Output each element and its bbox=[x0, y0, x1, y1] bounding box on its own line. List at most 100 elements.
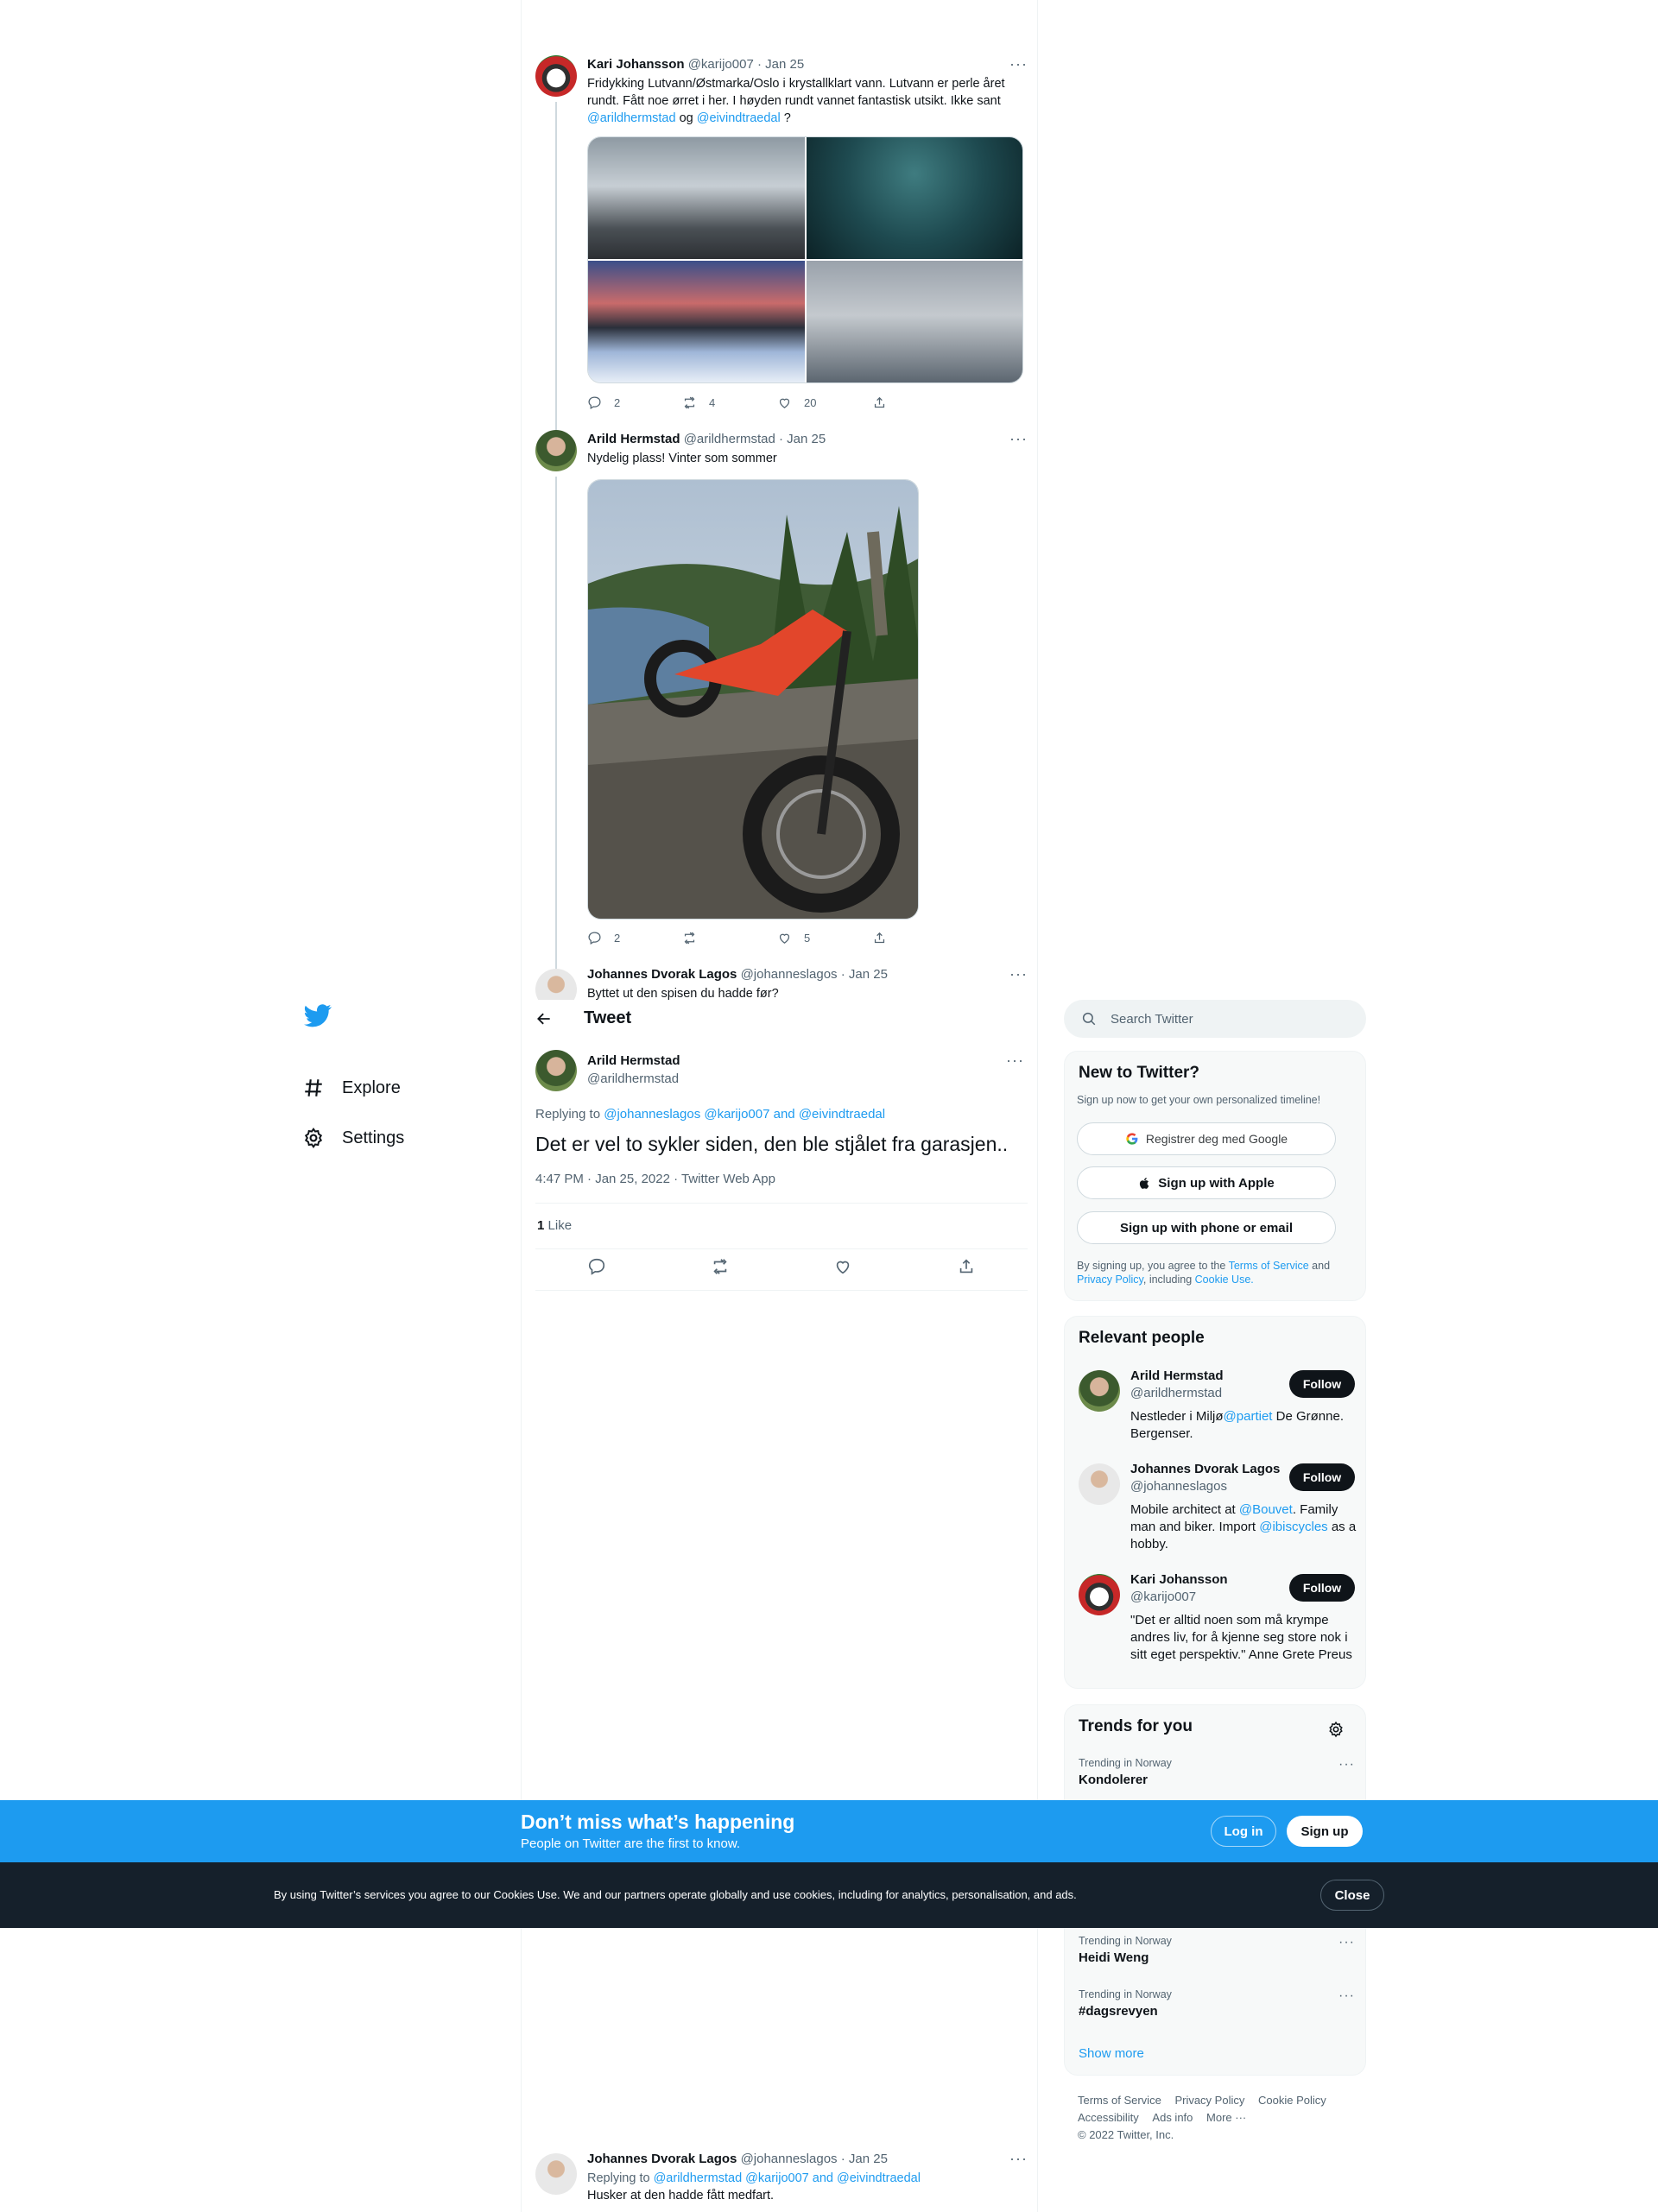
trend-name: Heidi Weng bbox=[1079, 1950, 1149, 1965]
follow-button[interactable]: Follow bbox=[1289, 1574, 1355, 1602]
tweet-date[interactable]: Jan 25 bbox=[787, 432, 826, 446]
follow-button[interactable]: Follow bbox=[1289, 1370, 1355, 1398]
follow-button[interactable]: Follow bbox=[1289, 1463, 1355, 1491]
apple-signup-button[interactable]: Sign up with Apple bbox=[1077, 1166, 1336, 1199]
retweet-button[interactable]: 4 bbox=[682, 395, 777, 410]
like-button[interactable]: 5 bbox=[777, 931, 872, 945]
photo-ice-shore[interactable] bbox=[588, 137, 805, 259]
person-item[interactable]: Kari Johansson @karijo007 Follow "Det er… bbox=[1079, 1572, 1355, 1676]
author-handle[interactable]: @johanneslagos bbox=[741, 2152, 838, 2166]
avatar[interactable] bbox=[535, 430, 577, 471]
author-handle[interactable]: @arildhermstad bbox=[587, 1071, 679, 1086]
person-handle[interactable]: @johanneslagos bbox=[1130, 1479, 1227, 1494]
share-button[interactable] bbox=[872, 931, 967, 945]
person-item[interactable]: Arild Hermstad @arildhermstad Follow Nes… bbox=[1079, 1368, 1355, 1446]
avatar[interactable] bbox=[535, 969, 577, 1000]
tweet-date[interactable]: Jan 25 bbox=[765, 57, 804, 72]
footer-link[interactable]: More ··· bbox=[1206, 2109, 1246, 2127]
nav-settings[interactable]: Settings bbox=[302, 1121, 404, 1155]
person-handle[interactable]: @arildhermstad bbox=[1130, 1386, 1222, 1400]
retweet-icon[interactable] bbox=[711, 1257, 730, 1276]
show-more-link[interactable]: Show more bbox=[1079, 2046, 1144, 2061]
footer-link[interactable]: Privacy Policy bbox=[1174, 2092, 1244, 2109]
heart-icon[interactable] bbox=[833, 1257, 852, 1276]
person-handle[interactable]: @karijo007 bbox=[1130, 1589, 1196, 1604]
author-handle[interactable]: @arildhermstad bbox=[684, 432, 775, 446]
tweet-text: Fridykking Lutvann/Østmarka/Oslo i kryst… bbox=[587, 77, 1005, 125]
more-icon[interactable]: ··· bbox=[1338, 1988, 1355, 2004]
footer-link[interactable]: Accessibility bbox=[1078, 2109, 1139, 2127]
footer-link[interactable]: Ads info bbox=[1152, 2109, 1193, 2127]
retweet-button[interactable] bbox=[682, 931, 777, 945]
author-handle[interactable]: @karijo007 bbox=[688, 57, 754, 72]
author-name[interactable]: Kari Johansson bbox=[587, 57, 685, 72]
more-icon[interactable]: ··· bbox=[1338, 1935, 1355, 1950]
signup-button[interactable]: Sign up bbox=[1287, 1816, 1363, 1847]
card-subtitle: Sign up now to get your own personalized… bbox=[1077, 1094, 1321, 1106]
search-bar[interactable]: Search Twitter bbox=[1064, 1000, 1366, 1038]
back-arrow-icon[interactable] bbox=[535, 1010, 553, 1027]
person-item[interactable]: Johannes Dvorak Lagos @johanneslagos Fol… bbox=[1079, 1462, 1356, 1552]
gear-icon[interactable] bbox=[1327, 1721, 1345, 1738]
photo-bike-lake[interactable] bbox=[587, 479, 919, 920]
tweet-timestamp[interactable]: 4:47 PM · Jan 25, 2022 · Twitter Web App bbox=[535, 1172, 775, 1186]
tweet-media-grid[interactable] bbox=[587, 136, 1023, 383]
mention-link[interactable]: @arildhermstad bbox=[587, 111, 676, 125]
author-name[interactable]: Arild Hermstad bbox=[587, 432, 680, 446]
terms-link[interactable]: Terms of Service bbox=[1229, 1260, 1309, 1272]
cookie-link[interactable]: Cookie Use. bbox=[1195, 1273, 1254, 1286]
share-button[interactable] bbox=[872, 395, 967, 410]
reply-button[interactable]: 2 bbox=[587, 931, 682, 945]
like-count[interactable]: 1 Like bbox=[537, 1218, 572, 1233]
signup-legal: By signing up, you agree to the Terms of… bbox=[1077, 1260, 1331, 1286]
cookie-bar: By using Twitter’s services you agree to… bbox=[0, 1862, 1658, 1928]
search-input[interactable]: Search Twitter bbox=[1111, 1012, 1193, 1027]
reply-button[interactable]: 2 bbox=[587, 395, 682, 410]
author-name[interactable]: Arild Hermstad bbox=[587, 1053, 680, 1068]
cookie-close-button[interactable]: Close bbox=[1320, 1880, 1384, 1911]
person-name[interactable]: Arild Hermstad bbox=[1130, 1368, 1281, 1383]
login-button[interactable]: Log in bbox=[1211, 1816, 1276, 1847]
author-name[interactable]: Johannes Dvorak Lagos bbox=[587, 2152, 737, 2166]
photo-sunset-ice[interactable] bbox=[588, 261, 805, 382]
author-handle[interactable]: @johanneslagos bbox=[741, 967, 838, 982]
reply-icon[interactable] bbox=[587, 1257, 606, 1276]
trend-item[interactable]: Trending in Norway Heidi Weng ··· bbox=[1079, 1935, 1355, 1965]
author-name[interactable]: Johannes Dvorak Lagos bbox=[587, 967, 737, 982]
more-icon[interactable]: ··· bbox=[1009, 965, 1028, 983]
more-icon[interactable]: ··· bbox=[1009, 55, 1028, 73]
footer-link[interactable]: Terms of Service bbox=[1078, 2092, 1161, 2109]
privacy-link[interactable]: Privacy Policy bbox=[1077, 1273, 1143, 1286]
tweet-date[interactable]: Jan 25 bbox=[849, 2152, 888, 2166]
footer-link[interactable]: Cookie Policy bbox=[1258, 2092, 1326, 2109]
person-name[interactable]: Kari Johansson bbox=[1130, 1572, 1281, 1587]
person-name[interactable]: Johannes Dvorak Lagos bbox=[1130, 1462, 1281, 1476]
more-icon[interactable]: ··· bbox=[1338, 1757, 1355, 1773]
more-icon[interactable]: ··· bbox=[1009, 430, 1028, 448]
reply-tweet[interactable]: Johannes Dvorak Lagos @johanneslagos · J… bbox=[535, 2150, 1028, 2212]
avatar[interactable] bbox=[535, 2153, 577, 2195]
tweet-date[interactable]: Jan 25 bbox=[849, 967, 888, 982]
mention-link[interactable]: @eivindtraedal bbox=[697, 111, 781, 125]
google-signup-button[interactable]: Registrer deg med Google bbox=[1077, 1122, 1336, 1155]
photo-underwater-diver[interactable] bbox=[806, 137, 1022, 259]
avatar[interactable] bbox=[535, 1050, 577, 1091]
cookie-text: By using Twitter’s services you agree to… bbox=[274, 1888, 1077, 1901]
like-button[interactable]: 20 bbox=[777, 395, 872, 410]
photo-ice-hole[interactable] bbox=[806, 261, 1022, 382]
nav-explore[interactable]: Explore bbox=[302, 1071, 401, 1105]
avatar[interactable] bbox=[535, 55, 577, 97]
more-icon[interactable]: ··· bbox=[1009, 2150, 1028, 2168]
phone-email-signup-button[interactable]: Sign up with phone or email bbox=[1077, 1211, 1336, 1244]
twitter-bird-icon[interactable] bbox=[304, 1002, 332, 1029]
banner-title: Don’t miss what’s happening bbox=[521, 1811, 795, 1833]
trend-item[interactable]: Trending in Norway Kondolerer ··· bbox=[1079, 1757, 1355, 1787]
avatar[interactable] bbox=[1079, 1574, 1120, 1615]
trend-item[interactable]: Trending in Norway #dagsrevyen ··· bbox=[1079, 1988, 1355, 2019]
avatar[interactable] bbox=[1079, 1370, 1120, 1412]
thread-tweet[interactable]: Johannes Dvorak Lagos @johanneslagos · J… bbox=[535, 965, 1028, 1000]
share-icon[interactable] bbox=[957, 1257, 976, 1276]
replying-to-mentions[interactable]: @johanneslagos @karijo007 and @eivindtra… bbox=[604, 1107, 885, 1122]
avatar[interactable] bbox=[1079, 1463, 1120, 1505]
replying-to-mentions[interactable]: @arildhermstad @karijo007 and @eivindtra… bbox=[654, 2171, 921, 2185]
